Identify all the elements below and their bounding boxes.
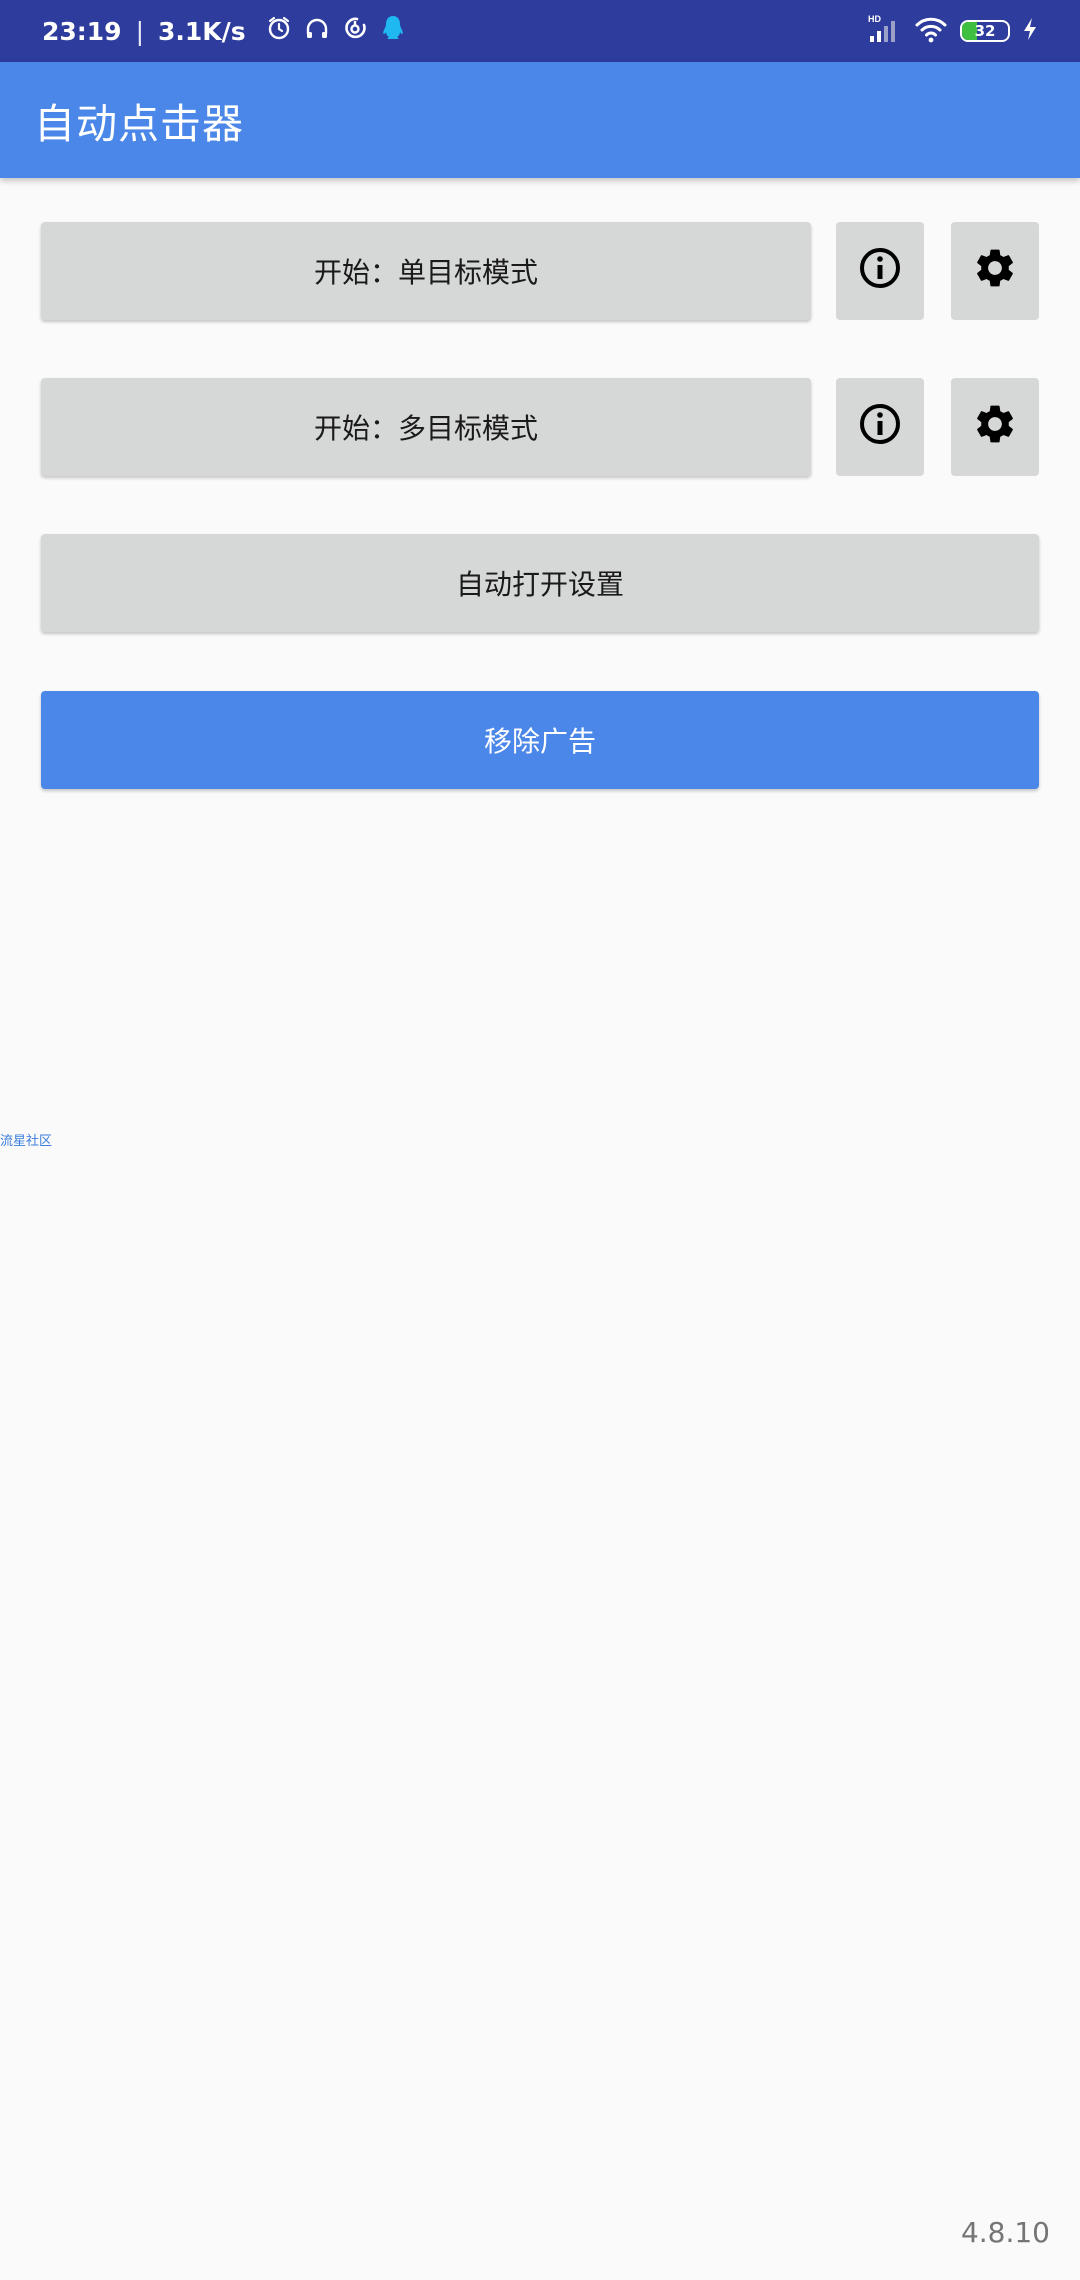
status-left: 23:19 | 3.1K/s (42, 14, 406, 48)
multi-target-info-button[interactable] (836, 378, 924, 476)
gear-icon (972, 245, 1018, 298)
start-single-target-button[interactable]: 开始：单目标模式 (41, 222, 811, 320)
wifi-icon (914, 15, 948, 47)
single-target-settings-button[interactable] (951, 222, 1039, 320)
remove-ads-button[interactable]: 移除广告 (41, 691, 1039, 789)
page-title: 自动点击器 (34, 100, 244, 148)
info-icon (858, 402, 902, 453)
auto-open-settings-button[interactable]: 自动打开设置 (41, 534, 1039, 632)
battery-icon: 32 (960, 20, 1010, 42)
app-bar: 自动点击器 (0, 62, 1080, 178)
status-time: 23:19 (42, 16, 122, 46)
version-label: 4.8.10 (960, 2216, 1050, 2249)
info-icon (858, 246, 902, 297)
notification-icons (266, 14, 406, 48)
network-type-label: HD (868, 14, 881, 24)
netease-music-icon (342, 15, 368, 47)
qq-icon (380, 14, 406, 48)
network-speed: 3.1K/s (158, 16, 246, 46)
charging-icon (1022, 17, 1038, 45)
multi-target-settings-button[interactable] (951, 378, 1039, 476)
battery-level: 32 (974, 22, 996, 40)
single-target-info-button[interactable] (836, 222, 924, 320)
ad-link[interactable]: 流星社区 (0, 1130, 52, 1149)
start-multi-target-button[interactable]: 开始：多目标模式 (41, 378, 811, 476)
signal-icon: HD (868, 14, 902, 48)
headphones-icon (304, 15, 330, 47)
status-separator: | (135, 16, 145, 46)
gear-icon (972, 401, 1018, 454)
status-right: HD 32 (868, 14, 1038, 48)
alarm-icon (266, 15, 292, 47)
status-bar: 23:19 | 3.1K/s HD 32 (0, 0, 1080, 62)
